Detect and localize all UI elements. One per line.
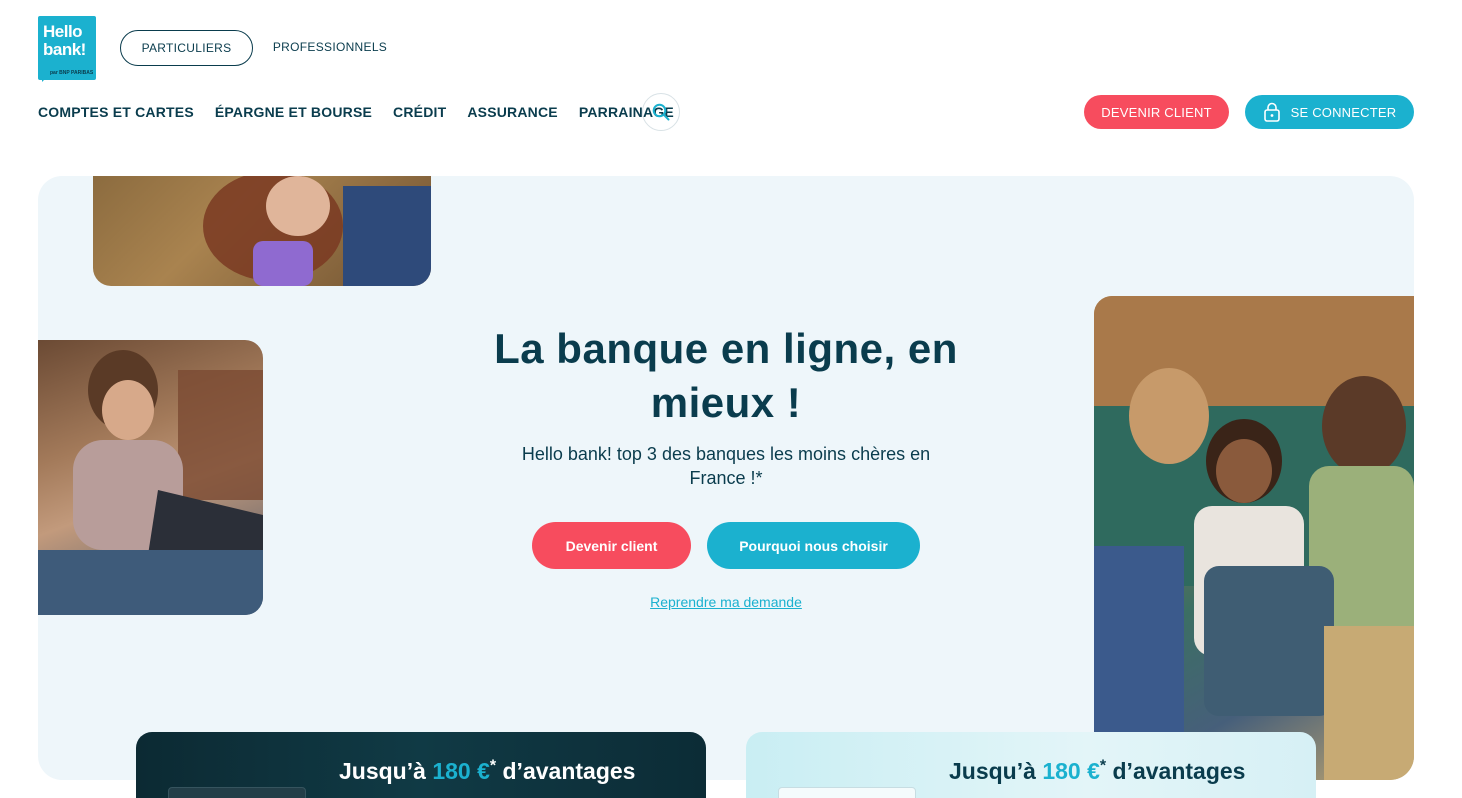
nav-item-assurance[interactable]: ASSURANCE: [467, 104, 557, 120]
connect-button-label: SE CONNECTER: [1290, 104, 1397, 120]
hero-photo-man-with-laptop: [38, 340, 263, 615]
segment-particuliers[interactable]: PARTICULIERS: [120, 30, 253, 66]
nav-item-comptes-cartes[interactable]: COMPTES ET CARTES: [38, 104, 194, 120]
offer-suffix: d’avantages: [1112, 758, 1246, 784]
offer-headline: Jusqu’à 180 €* d’avantages: [339, 758, 635, 785]
hero-photo-woman-on-phone: [93, 176, 431, 286]
resume-application-link[interactable]: Reprendre ma demande: [606, 594, 846, 610]
offer-amount: 180 €: [432, 758, 490, 784]
logo-text-line2: bank!: [43, 40, 86, 59]
hero-become-client-button[interactable]: Devenir client: [532, 522, 691, 569]
logo-text-line1: Hello: [43, 22, 83, 41]
offer-asterisk: *: [1099, 757, 1107, 775]
page: Hello bank! par BNP PARIBAS PARTICULIERS…: [0, 0, 1462, 798]
card-image-dark: [168, 787, 306, 798]
offer-prefix: Jusqu’à: [339, 758, 426, 784]
offer-headline: Jusqu’à 180 €* d’avantages: [949, 758, 1245, 785]
offer-card-dark[interactable]: Jusqu’à 180 €* d’avantages: [136, 732, 706, 798]
card-image-light: [778, 787, 916, 798]
segment-professionnels[interactable]: PROFESSIONNELS: [266, 29, 394, 65]
why-choose-us-button[interactable]: Pourquoi nous choisir: [707, 522, 920, 569]
become-client-button[interactable]: DEVENIR CLIENT: [1084, 95, 1229, 129]
main-nav: COMPTES ET CARTES ÉPARGNE ET BOURSE CRÉD…: [38, 100, 695, 124]
nav-item-epargne-bourse[interactable]: ÉPARGNE ET BOURSE: [215, 104, 372, 120]
photo3-shapes: [1094, 296, 1414, 780]
hero-photo-family-on-sofa: [1094, 296, 1414, 780]
offer-card-light[interactable]: Jusqu’à 180 €* d’avantages: [746, 732, 1316, 798]
offer-asterisk: *: [489, 757, 497, 775]
logo-tagline: par BNP PARIBAS: [50, 70, 94, 76]
hero-subtitle: Hello bank! top 3 des banques les moins …: [521, 444, 931, 488]
connect-button[interactable]: SE CONNECTER: [1245, 95, 1414, 129]
nav-item-credit[interactable]: CRÉDIT: [393, 104, 446, 120]
photo2-shapes: [38, 350, 263, 615]
logo-speech-tail: [42, 74, 50, 82]
offer-prefix: Jusqu’à: [949, 758, 1036, 784]
hero-section: La banque en ligne, en mieux ! Hello ban…: [38, 176, 1414, 780]
offer-suffix: d’avantages: [502, 758, 636, 784]
search-button[interactable]: [642, 93, 680, 131]
photo1-shapes: [203, 176, 431, 286]
hero-title: La banque en ligne, en mieux !: [494, 325, 958, 426]
search-icon: [652, 103, 670, 121]
hello-bank-logo[interactable]: Hello bank! par BNP PARIBAS: [38, 16, 96, 82]
offer-amount: 180 €: [1042, 758, 1100, 784]
lock-icon: [1263, 102, 1280, 122]
